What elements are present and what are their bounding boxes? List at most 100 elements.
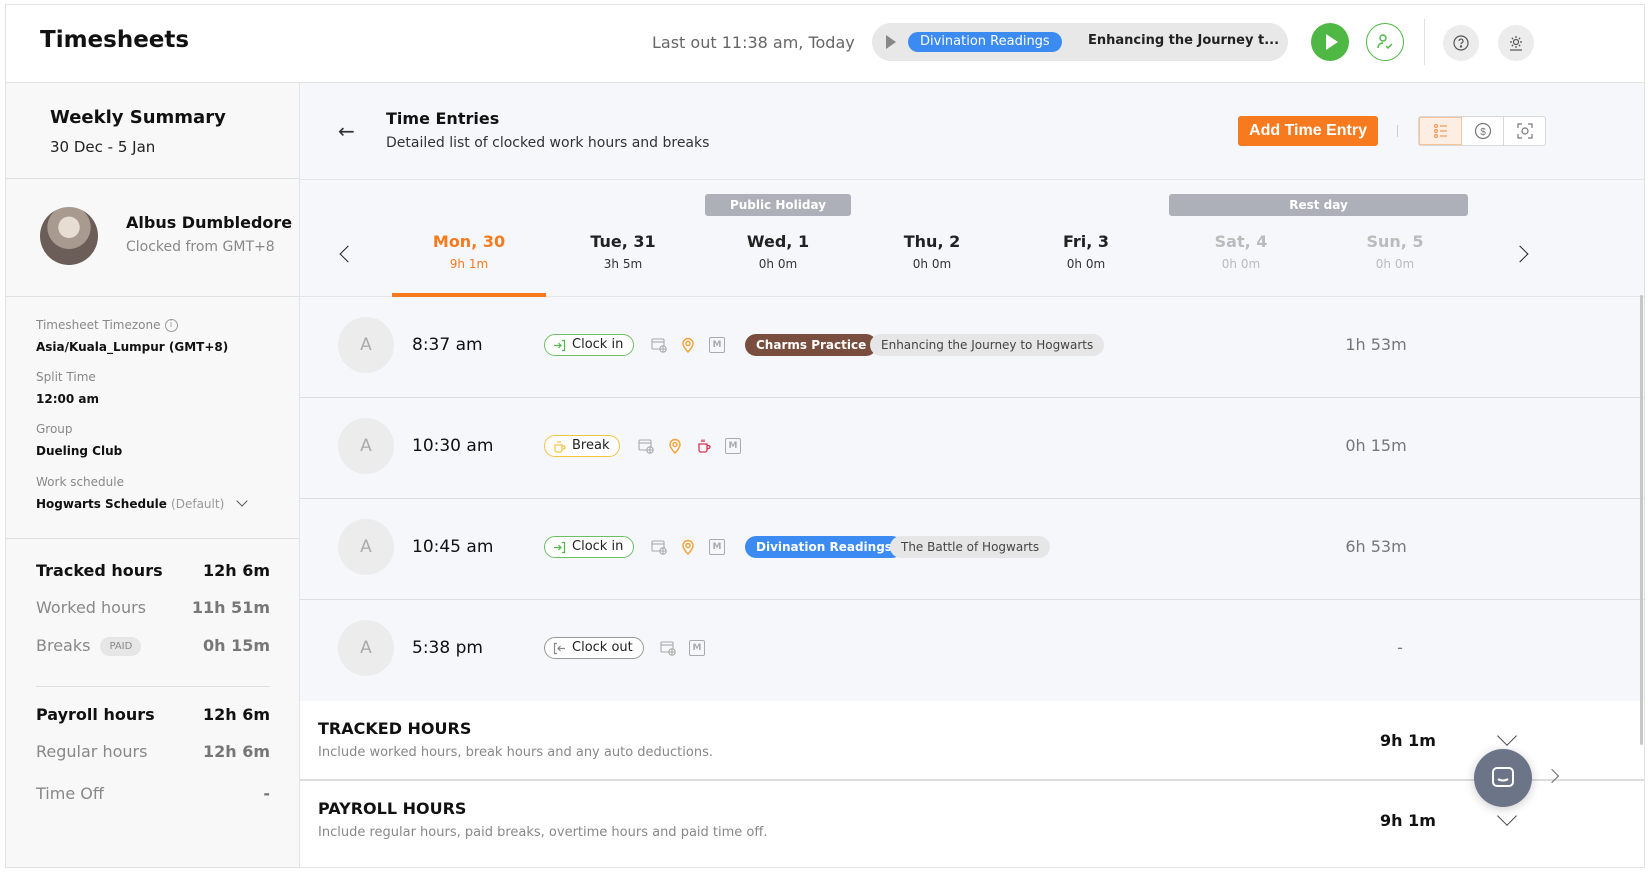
day-name: Sun, 5 — [1366, 232, 1424, 251]
scrollbar[interactable] — [1640, 295, 1643, 745]
day-hours: 0h 0m — [1375, 257, 1415, 271]
app-window: Timesheets Last out 11:38 am, Today Divi… — [5, 4, 1645, 868]
view-toggle: $ — [1418, 116, 1546, 146]
chat-support-button[interactable] — [1474, 749, 1532, 807]
start-timer-button[interactable] — [1311, 23, 1349, 61]
chevron-down-icon[interactable] — [1497, 806, 1517, 826]
entry-duration: - — [1397, 638, 1403, 657]
time-entry-row[interactable]: A 5:38 pm Clock out M - — [300, 600, 1644, 701]
tracked-hours-section[interactable]: TRACKED HOURS Include worked hours, brea… — [300, 701, 1644, 781]
payroll-hours-total: 9h 1m — [1380, 811, 1436, 830]
settings-button[interactable] — [1498, 25, 1534, 61]
time-entries-panel: ← Time Entries Detailed list of clocked … — [300, 83, 1644, 867]
day-tab-wed[interactable]: Wed, 1 0h 0m — [701, 232, 855, 271]
user-check-icon — [1377, 34, 1393, 49]
timesheet-info: Timesheet Timezone i Asia/Kuala_Lumpur (G… — [6, 297, 299, 539]
current-activity-pill[interactable]: Divination Readings Enhancing the Journe… — [872, 23, 1288, 61]
work-schedule-label: Work schedule — [36, 475, 124, 489]
day-name: Sat, 4 — [1214, 232, 1268, 251]
device-web-icon[interactable] — [638, 438, 654, 454]
entry-time: 10:45 am — [412, 537, 494, 557]
help-button[interactable] — [1443, 25, 1479, 61]
entry-type-label: Clock in — [572, 337, 624, 352]
payroll-hours-label: Payroll hours — [36, 705, 155, 724]
time-off-label: Time Off — [36, 784, 104, 803]
help-icon — [1453, 35, 1469, 51]
regular-hours-label: Regular hours — [36, 742, 148, 761]
top-bar: Timesheets Last out 11:38 am, Today Divi… — [6, 5, 1644, 83]
work-schedule-value: Hogwarts Schedule — [36, 497, 167, 511]
day-name: Thu, 2 — [903, 232, 961, 251]
pay-view-button[interactable]: $ — [1462, 117, 1504, 145]
tracked-hours-row: Tracked hours 12h 6m — [36, 561, 270, 580]
time-entry-row[interactable]: A 10:45 am Clock in M Divination Reading… — [300, 499, 1644, 600]
employee-timezone-note: Clocked from GMT+8 — [126, 239, 275, 255]
entry-type-label: Clock in — [572, 539, 624, 554]
day-tab-mon[interactable]: Mon, 30 9h 1m — [392, 232, 546, 271]
chevron-down-icon[interactable] — [1497, 726, 1517, 746]
time-entry-row[interactable]: A 8:37 am Clock in M Charms Practice Enh… — [300, 297, 1644, 398]
manual-entry-icon: M — [689, 640, 705, 656]
back-arrow-icon[interactable]: ← — [338, 119, 355, 143]
payroll-hours-row: Payroll hours 12h 6m — [36, 705, 270, 724]
work-schedule-select[interactable]: Hogwarts Schedule (Default) — [36, 495, 248, 511]
svg-text:$: $ — [1480, 127, 1486, 138]
tracked-hours-subtitle: Include worked hours, break hours and an… — [318, 745, 713, 760]
dollar-icon: $ — [1474, 122, 1491, 140]
next-week-chevron-icon[interactable] — [1511, 245, 1529, 263]
worked-hours-value: 11h 51m — [191, 598, 270, 617]
clock-in-icon — [554, 541, 566, 553]
weekly-summary-header: Weekly Summary 30 Dec - 5 Jan — [6, 83, 299, 179]
time-entries-subtitle: Detailed list of clocked work hours and … — [386, 135, 710, 151]
split-time-label: Split Time — [36, 370, 96, 384]
day-tab-tue[interactable]: Tue, 31 3h 5m — [546, 232, 700, 271]
last-out-status: Last out 11:38 am, Today — [652, 33, 855, 52]
list-icon — [1433, 123, 1447, 139]
job-tag: Charms Practice — [745, 334, 878, 356]
device-web-icon[interactable] — [651, 337, 667, 353]
scan-icon — [1516, 123, 1533, 139]
employee-avatar — [40, 207, 98, 265]
entry-avatar: A — [338, 418, 394, 474]
info-icon[interactable]: i — [164, 319, 178, 332]
toolbar-divider — [1397, 125, 1398, 137]
time-entry-row[interactable]: A 10:30 am Break M 0h 15m — [300, 398, 1644, 499]
paid-badge: PAID — [100, 637, 142, 656]
weekly-summary-sidebar: Weekly Summary 30 Dec - 5 Jan Albus Dumb… — [6, 83, 300, 867]
payroll-hours-section[interactable]: PAYROLL HOURS Include regular hours, pai… — [300, 781, 1644, 867]
day-name: Tue, 31 — [590, 232, 656, 251]
timezone-value: Asia/Kuala_Lumpur (GMT+8) — [36, 340, 229, 354]
day-hours: 0h 0m — [1221, 257, 1261, 271]
header-divider — [1424, 19, 1425, 65]
user-check-button[interactable] — [1366, 23, 1404, 61]
entry-note-tag: Enhancing the Journey to Hogwarts — [870, 334, 1105, 356]
day-tab-fri[interactable]: Fri, 3 0h 0m — [1009, 232, 1163, 271]
time-off-value: - — [263, 784, 270, 803]
regular-hours-row: Regular hours 12h 6m — [36, 742, 270, 761]
capture-view-button[interactable] — [1504, 117, 1545, 145]
day-tab-sun[interactable]: Sun, 5 0h 0m — [1318, 232, 1472, 271]
day-tab-thu[interactable]: Thu, 2 0h 0m — [855, 232, 1009, 271]
location-pin-icon[interactable] — [680, 337, 696, 353]
day-tab-sat[interactable]: Sat, 4 0h 0m — [1164, 232, 1318, 271]
day-hours: 0h 0m — [1066, 257, 1106, 271]
public-holiday-banner: Public Holiday — [705, 194, 851, 216]
activity-tag: Divination Readings — [908, 32, 1062, 52]
location-pin-icon[interactable] — [667, 438, 683, 454]
add-time-entry-button[interactable]: Add Time Entry — [1238, 116, 1378, 146]
day-name: Wed, 1 — [746, 232, 810, 251]
previous-week-chevron-icon[interactable] — [339, 245, 357, 263]
clock-out-badge: Clock out — [544, 637, 644, 659]
tracked-hours-label: Tracked hours — [36, 561, 163, 580]
manual-entry-icon: M — [709, 539, 725, 555]
clock-in-badge: Clock in — [544, 334, 635, 356]
device-web-icon[interactable] — [660, 640, 676, 656]
entry-avatar: A — [338, 620, 394, 676]
time-entries-title: Time Entries — [386, 109, 500, 128]
day-name: Fri, 3 — [1062, 232, 1110, 251]
device-web-icon[interactable] — [651, 539, 667, 555]
list-view-button[interactable] — [1419, 117, 1462, 145]
location-pin-icon[interactable] — [680, 539, 696, 555]
summary-divider — [36, 686, 270, 687]
payroll-hours-value: 12h 6m — [202, 705, 270, 724]
